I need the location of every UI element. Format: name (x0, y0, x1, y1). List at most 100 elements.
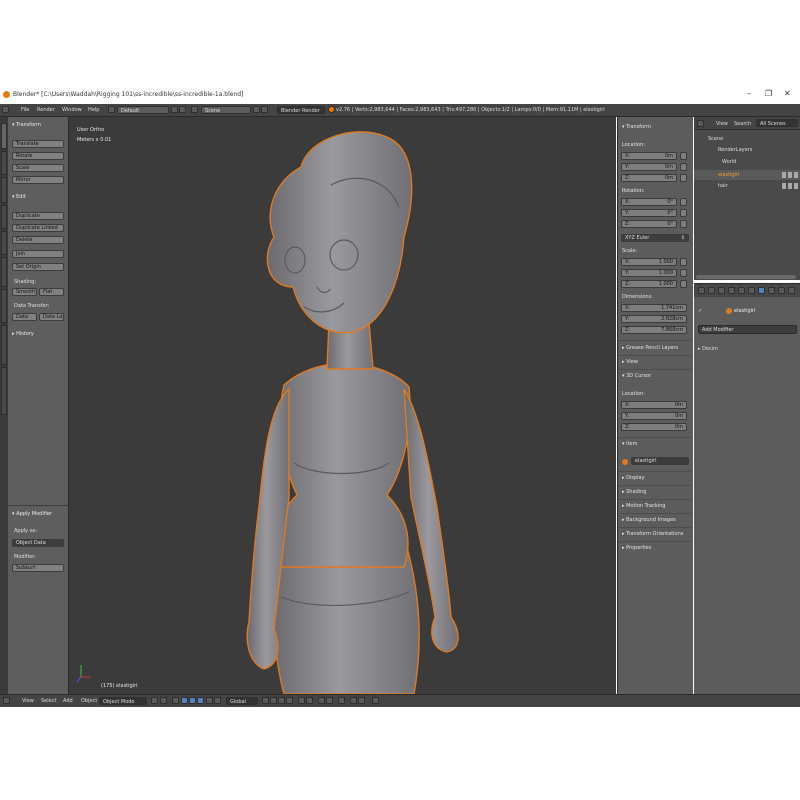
selectable-arrow-icon[interactable] (788, 172, 792, 178)
layer-icon[interactable] (286, 697, 293, 704)
outliner-scene[interactable]: Scene (708, 136, 723, 142)
location-z-field[interactable]: Z: 0m (621, 174, 677, 182)
layer-icon[interactable] (278, 697, 285, 704)
layer-icon[interactable] (270, 697, 277, 704)
properties-panel-header[interactable]: ▸ Properties (622, 545, 651, 551)
grease-pencil-layers-header[interactable]: ▸ Grease Pencil Layers (622, 345, 678, 351)
add-modifier-select[interactable]: Add Modifier (698, 325, 797, 334)
scene-select[interactable]: Scene (201, 106, 251, 114)
rotation-y-field[interactable]: Y: 0° (621, 209, 677, 217)
tab-misc[interactable] (1, 325, 7, 365)
scale-manipulator-icon[interactable] (197, 697, 204, 704)
lock-location-y-icon[interactable] (680, 163, 687, 171)
tab-animation[interactable] (1, 205, 7, 229)
lock-scale-y-icon[interactable] (680, 269, 687, 277)
editor-type-icon[interactable] (3, 697, 10, 704)
modifiers-tab-icon[interactable] (758, 287, 765, 294)
layers-tab-icon[interactable] (708, 287, 715, 294)
object-tab-icon[interactable] (738, 287, 745, 294)
view-panel-header[interactable]: ▸ View (622, 359, 638, 365)
layer-icon[interactable] (262, 697, 269, 704)
scale-y-field[interactable]: Y: 1.000 (621, 269, 677, 277)
remove-scene-icon[interactable] (261, 106, 268, 113)
rotation-mode-select[interactable]: XYZ Euler ⇕ (621, 234, 689, 242)
lock-rotation-x-icon[interactable] (680, 198, 687, 206)
maximize-button[interactable]: ❐ (765, 89, 772, 98)
pin-icon[interactable]: ✓ (698, 308, 702, 314)
item-panel-header[interactable]: ▾ Item (622, 441, 637, 447)
add-layout-icon[interactable] (171, 106, 178, 113)
orientation-select[interactable]: Global (226, 697, 258, 705)
smooth-button[interactable]: Smooth (12, 288, 37, 296)
lock-rotation-y-icon[interactable] (680, 209, 687, 217)
duplicate-button[interactable]: Duplicate (12, 212, 64, 220)
render-animation-icon[interactable] (358, 697, 365, 704)
constraints-tab-icon[interactable] (748, 287, 755, 294)
render-camera-icon[interactable] (794, 183, 798, 189)
display-mode-select[interactable]: All Scenes (756, 119, 798, 127)
menu-window[interactable]: Window (62, 107, 82, 113)
remove-layout-icon[interactable] (179, 106, 186, 113)
layer-icon[interactable] (298, 697, 305, 704)
outliner-search-menu[interactable]: Search (734, 121, 751, 127)
lock-location-z-icon[interactable] (680, 174, 687, 182)
apply-modifier-header[interactable]: ▾ Apply Modifier (12, 511, 52, 517)
layer-icon[interactable] (306, 697, 313, 704)
data-tab-icon[interactable] (768, 287, 775, 294)
background-images-header[interactable]: ▸ Background Images (622, 517, 676, 523)
editor-type-icon[interactable] (2, 106, 9, 113)
layout-select[interactable]: Default (117, 106, 169, 114)
set-origin-button[interactable]: Set Origin (12, 263, 64, 271)
rotation-z-field[interactable]: Z: 0° (621, 220, 677, 228)
minimize-button[interactable]: – (747, 89, 751, 98)
mode-select[interactable]: Object Mode (99, 697, 147, 705)
apply-as-select[interactable]: Object Data (12, 539, 64, 547)
add-scene-icon[interactable] (253, 106, 260, 113)
data-layout-button[interactable]: Data Lay (39, 313, 64, 321)
delete-button[interactable]: Delete (12, 236, 64, 244)
3d-cursor-header[interactable]: ▾ 3D Cursor (622, 373, 651, 379)
scale-x-field[interactable]: X: 1.000 (621, 258, 677, 266)
menu-render[interactable]: Render (37, 107, 55, 113)
world-tab-icon[interactable] (728, 287, 735, 294)
material-tab-icon[interactable] (778, 287, 785, 294)
dimension-z-field[interactable]: Z: 7.868cm (621, 326, 687, 334)
rotate-button[interactable]: Rotate (12, 152, 64, 160)
outliner-scrollbar[interactable] (696, 275, 796, 279)
scale-button[interactable]: Scale (12, 164, 64, 172)
tab-physics[interactable] (1, 231, 7, 255)
lock-scale-x-icon[interactable] (680, 258, 687, 266)
tab-grease-pencil[interactable] (1, 257, 7, 287)
snap-element-icon[interactable] (326, 697, 333, 704)
cursor-y-field[interactable]: Y: 0m (621, 412, 687, 420)
n-transform-header[interactable]: ▾ Transform (622, 124, 651, 130)
character-model[interactable] (69, 117, 616, 694)
menu-add[interactable]: Add (63, 698, 73, 704)
outliner-elastigirl[interactable]: elastigirl (718, 172, 740, 178)
manipulator-icon[interactable] (172, 697, 179, 704)
menu-object[interactable]: Object (81, 698, 97, 704)
selectable-arrow-icon[interactable] (788, 183, 792, 189)
dimension-x-field[interactable]: X: 1.741cm (621, 304, 687, 312)
menu-select[interactable]: Select (41, 698, 56, 704)
outliner-renderlayers[interactable]: RenderLayers (718, 147, 752, 153)
dimension-y-field[interactable]: Y: 2.828cm (621, 315, 687, 323)
menu-view[interactable]: View (22, 698, 34, 704)
render-preview-icon[interactable] (350, 697, 357, 704)
mirror-button[interactable]: Mirror (12, 176, 64, 184)
opengl-render-icon[interactable] (372, 697, 379, 704)
lock-rotation-z-icon[interactable] (680, 220, 687, 228)
texture-tab-icon[interactable] (788, 287, 795, 294)
visibility-eye-icon[interactable] (782, 183, 786, 189)
snap-icon[interactable] (318, 697, 325, 704)
edit-panel-header[interactable]: ▾ Edit (12, 194, 26, 200)
tab-rigging[interactable] (1, 289, 7, 323)
history-panel-header[interactable]: ▸ History (12, 331, 34, 337)
visibility-eye-icon[interactable] (782, 172, 786, 178)
layer-icon[interactable] (206, 697, 213, 704)
scene-tab-icon[interactable] (718, 287, 725, 294)
layer-icon[interactable] (214, 697, 221, 704)
3d-viewport[interactable]: User Ortho Meters x 0.01 (175) elastigir… (69, 117, 616, 694)
outliner-view-menu[interactable]: View (716, 121, 728, 127)
menu-help[interactable]: Help (88, 107, 99, 113)
